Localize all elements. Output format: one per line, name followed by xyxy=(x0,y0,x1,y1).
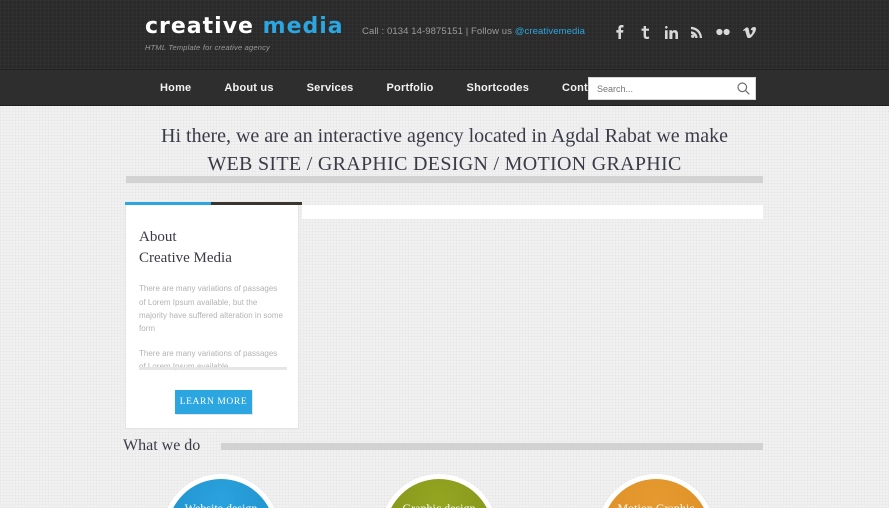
about-title-line-2: Creative Media xyxy=(139,249,232,266)
contact-info: Call : 0134 14-9875151 | Follow us @crea… xyxy=(362,26,585,37)
main-navigation: Home About us Services Portfolio Shortco… xyxy=(0,70,889,106)
logo-text: creative media xyxy=(145,16,344,38)
nav-item-services[interactable]: Services xyxy=(307,82,354,94)
nav-item-about-us[interactable]: About us xyxy=(224,82,273,94)
social-links xyxy=(612,24,756,40)
logo-word-creative: creative xyxy=(145,14,254,39)
service-label: Motion Graphic xyxy=(617,501,695,508)
search-icon[interactable] xyxy=(731,82,755,95)
twitter-handle-link[interactable]: @creativemedia xyxy=(515,26,585,37)
vimeo-icon[interactable] xyxy=(742,24,756,40)
learn-more-button[interactable]: LEARN MORE xyxy=(175,390,252,414)
logo-word-media: media xyxy=(262,14,344,39)
about-card-tab-strip xyxy=(125,202,301,205)
nav-item-portfolio[interactable]: Portfolio xyxy=(387,82,434,94)
service-circles: Website design Graphic design Motion Gra… xyxy=(126,474,763,508)
service-label: Graphic design xyxy=(402,501,476,508)
nav-item-shortcodes[interactable]: Shortcodes xyxy=(467,82,530,94)
page-wrapper: creative media HTML Template for creativ… xyxy=(0,0,889,508)
facebook-icon[interactable] xyxy=(612,24,626,40)
contact-phone-text: Call : 0134 14-9875151 | Follow us xyxy=(362,26,515,37)
site-logo[interactable]: creative media HTML Template for creativ… xyxy=(145,16,344,53)
about-card-divider xyxy=(139,367,287,370)
logo-tagline: HTML Template for creative agency xyxy=(145,43,270,52)
section-divider-bar xyxy=(126,176,763,183)
rss-icon[interactable] xyxy=(690,24,704,40)
service-circle-motion-graphic[interactable]: Motion Graphic xyxy=(597,474,715,508)
what-we-do-rule xyxy=(221,442,763,450)
about-card-body: About Creative Media There are many vari… xyxy=(126,205,298,374)
hero-line-1: Hi there, we are an interactive agency l… xyxy=(161,125,728,147)
right-content-panel xyxy=(302,205,763,219)
tab-active-indicator[interactable] xyxy=(125,202,211,205)
about-card: About Creative Media There are many vari… xyxy=(125,202,301,429)
hero-line-2: WEB SITE / GRAPHIC DESIGN / MOTION GRAPH… xyxy=(207,153,682,175)
nav-items: Home About us Services Portfolio Shortco… xyxy=(160,70,622,106)
flickr-icon[interactable] xyxy=(716,24,730,40)
what-we-do-heading: What we do xyxy=(123,437,763,455)
service-label: Website design xyxy=(184,501,258,508)
twitter-icon[interactable] xyxy=(638,24,652,40)
service-circle-website-design[interactable]: Website design xyxy=(162,474,280,508)
hero-headline: Hi there, we are an interactive agency l… xyxy=(0,106,889,178)
linkedin-icon[interactable] xyxy=(664,24,678,40)
about-paragraph-1: There are many variations of passages of… xyxy=(139,284,283,333)
search-box[interactable] xyxy=(588,77,756,100)
about-title-line-1: About xyxy=(139,229,177,245)
what-we-do-title: What we do xyxy=(123,437,201,454)
service-circle-graphic-design[interactable]: Graphic design xyxy=(380,474,498,508)
nav-item-home[interactable]: Home xyxy=(160,82,191,94)
about-title: About Creative Media xyxy=(139,227,285,268)
tab-inactive-indicator[interactable] xyxy=(211,202,301,205)
top-header: creative media HTML Template for creativ… xyxy=(0,0,889,70)
search-input[interactable] xyxy=(589,78,731,99)
